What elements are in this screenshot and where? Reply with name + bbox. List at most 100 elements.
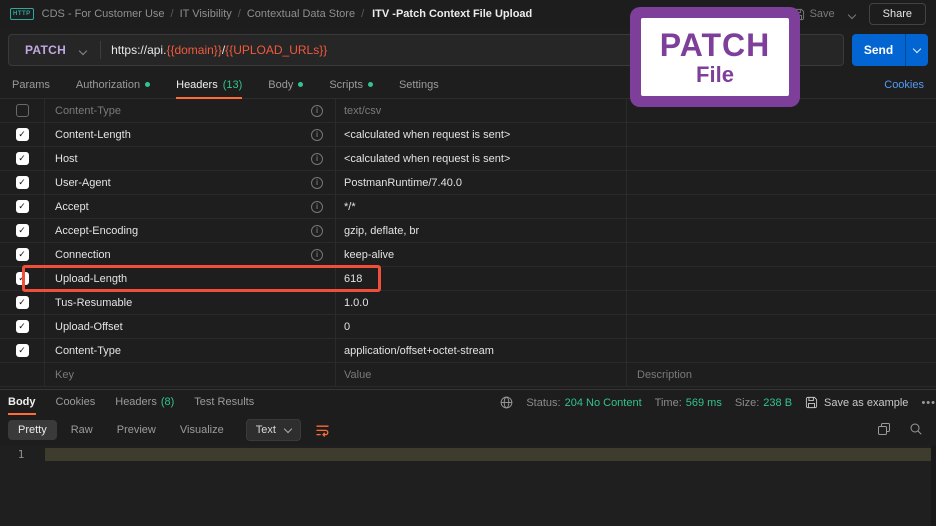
header-key-cell[interactable]: Content-Length bbox=[45, 123, 336, 146]
share-button[interactable]: Share bbox=[868, 3, 926, 25]
header-checkbox[interactable] bbox=[15, 344, 29, 357]
header-checkbox[interactable] bbox=[15, 272, 29, 285]
breadcrumb-item[interactable]: IT Visibility bbox=[180, 8, 241, 20]
header-row[interactable]: Accept */* bbox=[0, 195, 936, 219]
header-key-cell[interactable]: Accept bbox=[45, 195, 336, 218]
save-as-example-button[interactable]: Save as example bbox=[805, 396, 908, 409]
header-description-cell[interactable] bbox=[627, 219, 936, 242]
checkbox-cell[interactable] bbox=[0, 363, 45, 386]
header-key-cell[interactable]: Upload-Length bbox=[45, 267, 336, 290]
header-key-cell[interactable]: Connection bbox=[45, 243, 336, 266]
checkbox-cell[interactable] bbox=[0, 219, 45, 242]
header-value-cell[interactable]: <calculated when request is sent> bbox=[336, 147, 627, 170]
header-value-cell[interactable]: keep-alive bbox=[336, 243, 627, 266]
header-value-cell[interactable]: 1.0.0 bbox=[336, 291, 627, 314]
view-tab[interactable]: Visualize bbox=[170, 420, 234, 440]
editor-scrollbar[interactable] bbox=[931, 445, 936, 526]
request-url[interactable]: https://api.{{domain}}/{{UPLOAD_URLs}} bbox=[111, 43, 327, 57]
send-button[interactable]: Send bbox=[852, 34, 928, 66]
header-value-cell[interactable]: */* bbox=[336, 195, 627, 218]
view-tab[interactable]: Pretty bbox=[8, 420, 57, 440]
header-description-cell[interactable] bbox=[627, 147, 936, 170]
search-icon[interactable] bbox=[910, 423, 922, 438]
network-icon[interactable] bbox=[500, 396, 513, 409]
view-tab[interactable]: Preview bbox=[107, 420, 166, 440]
request-tab[interactable]: Body bbox=[268, 72, 304, 99]
request-tab[interactable]: Authorization bbox=[76, 72, 151, 99]
header-checkbox[interactable] bbox=[15, 104, 29, 117]
header-key-cell[interactable]: Tus-Resumable bbox=[45, 291, 336, 314]
header-key-cell[interactable]: Content-Type bbox=[45, 99, 336, 122]
checkbox-cell[interactable] bbox=[0, 195, 45, 218]
response-tab[interactable]: Headers (8) bbox=[115, 390, 174, 415]
format-select[interactable]: Text bbox=[245, 419, 301, 441]
request-tab[interactable]: Settings bbox=[399, 72, 439, 99]
header-checkbox[interactable] bbox=[15, 128, 29, 141]
breadcrumb-item[interactable]: CDS - For Customer Use bbox=[42, 8, 174, 20]
breadcrumb-item[interactable]: Contextual Data Store bbox=[247, 8, 364, 20]
method-selector[interactable]: PATCH bbox=[9, 43, 80, 57]
header-value-cell[interactable]: 0 bbox=[336, 315, 627, 338]
checkbox-cell[interactable] bbox=[0, 123, 45, 146]
header-checkbox[interactable] bbox=[15, 248, 29, 261]
header-description-cell[interactable] bbox=[627, 267, 936, 290]
header-row[interactable]: Upload-Length 618 bbox=[0, 267, 936, 291]
header-row[interactable]: Tus-Resumable 1.0.0 bbox=[0, 291, 936, 315]
header-row[interactable]: Content-Length <calculated when request … bbox=[0, 123, 936, 147]
header-description-cell[interactable] bbox=[627, 195, 936, 218]
header-value-cell[interactable]: text/csv bbox=[336, 99, 627, 122]
header-row[interactable]: Upload-Offset 0 bbox=[0, 315, 936, 339]
header-row[interactable]: User-Agent PostmanRuntime/7.40.0 bbox=[0, 171, 936, 195]
save-options-button[interactable] bbox=[845, 5, 859, 23]
wrap-lines-icon[interactable] bbox=[315, 424, 330, 437]
header-row[interactable]: Content-Type application/offset+octet-st… bbox=[0, 339, 936, 363]
header-checkbox[interactable] bbox=[15, 200, 29, 213]
response-tab[interactable]: Test Results bbox=[194, 390, 254, 415]
checkbox-cell[interactable] bbox=[0, 267, 45, 290]
checkbox-cell[interactable] bbox=[0, 339, 45, 362]
request-tab[interactable]: Params bbox=[12, 72, 50, 99]
header-row[interactable]: Key Value Description bbox=[0, 363, 936, 387]
request-tab[interactable]: Headers (13) bbox=[176, 72, 243, 99]
response-tab[interactable]: Body bbox=[8, 390, 36, 415]
header-key-cell[interactable]: Content-Type bbox=[45, 339, 336, 362]
header-value-cell[interactable]: application/offset+octet-stream bbox=[336, 339, 627, 362]
header-description-cell[interactable] bbox=[627, 243, 936, 266]
header-row[interactable]: Accept-Encoding gzip, deflate, br bbox=[0, 219, 936, 243]
header-description-cell[interactable] bbox=[627, 315, 936, 338]
header-description-cell[interactable] bbox=[627, 123, 936, 146]
checkbox-cell[interactable] bbox=[0, 243, 45, 266]
header-row[interactable]: Host <calculated when request is sent> bbox=[0, 147, 936, 171]
checkbox-cell[interactable] bbox=[0, 147, 45, 170]
chevron-down-icon[interactable] bbox=[78, 41, 88, 59]
checkbox-cell[interactable] bbox=[0, 99, 45, 122]
response-body-editor[interactable]: 1 bbox=[0, 445, 936, 526]
more-options-icon[interactable] bbox=[921, 397, 936, 409]
header-value-cell[interactable]: gzip, deflate, br bbox=[336, 219, 627, 242]
header-value-cell[interactable]: PostmanRuntime/7.40.0 bbox=[336, 171, 627, 194]
header-value-cell[interactable]: Value bbox=[336, 363, 627, 386]
checkbox-cell[interactable] bbox=[0, 291, 45, 314]
header-checkbox[interactable] bbox=[15, 176, 29, 189]
view-tab[interactable]: Raw bbox=[61, 420, 103, 440]
response-tab[interactable]: Cookies bbox=[56, 390, 96, 415]
header-checkbox[interactable] bbox=[15, 320, 29, 333]
copy-icon[interactable] bbox=[878, 422, 890, 438]
header-key-cell[interactable]: User-Agent bbox=[45, 171, 336, 194]
header-description-cell[interactable] bbox=[627, 291, 936, 314]
send-label[interactable]: Send bbox=[852, 34, 905, 66]
cookies-link[interactable]: Cookies bbox=[884, 79, 924, 91]
checkbox-cell[interactable] bbox=[0, 171, 45, 194]
send-options-button[interactable] bbox=[905, 34, 928, 66]
header-key-cell[interactable]: Host bbox=[45, 147, 336, 170]
header-key-cell[interactable]: Key bbox=[45, 363, 336, 386]
header-description-cell[interactable]: Description bbox=[627, 363, 936, 386]
header-value-cell[interactable]: <calculated when request is sent> bbox=[336, 123, 627, 146]
header-description-cell[interactable] bbox=[627, 171, 936, 194]
header-checkbox[interactable] bbox=[15, 224, 29, 237]
header-key-cell[interactable]: Upload-Offset bbox=[45, 315, 336, 338]
header-value-cell[interactable]: 618 bbox=[336, 267, 627, 290]
header-description-cell[interactable] bbox=[627, 339, 936, 362]
header-row[interactable]: Connection keep-alive bbox=[0, 243, 936, 267]
header-checkbox[interactable] bbox=[15, 296, 29, 309]
